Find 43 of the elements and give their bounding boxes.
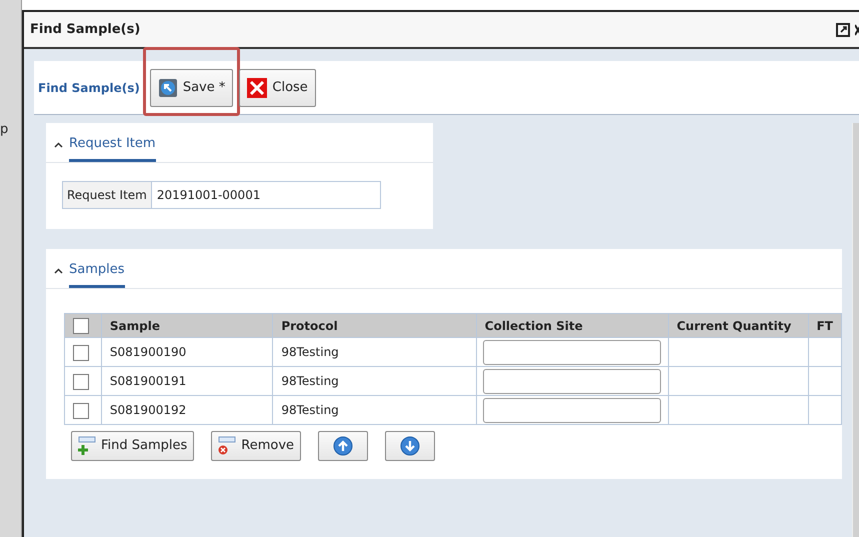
arrow-down-icon [400, 436, 420, 456]
window-title: Find Sample(s) [30, 20, 142, 39]
collapse-icon[interactable] [54, 268, 63, 274]
table-cell: S081900192 [101, 396, 273, 424]
collection-site-field[interactable] [482, 398, 661, 422]
column-header: FT [808, 314, 842, 338]
save-icon [158, 78, 178, 98]
select-all-checkbox[interactable] [73, 318, 89, 334]
cut-off-text: p [0, 122, 8, 137]
column-header: Collection Site [476, 314, 668, 338]
table-cell: 98Testing [272, 396, 476, 424]
arrow-up-icon [333, 436, 354, 456]
collapse-icon[interactable] [54, 142, 63, 148]
table-cell: 98Testing [272, 366, 476, 396]
column-header: Current Quantity [668, 314, 808, 338]
column-header: Protocol [272, 314, 476, 338]
move-down-button[interactable] [385, 431, 436, 461]
collection-site-field[interactable] [482, 340, 661, 364]
table-cell: S081900191 [101, 366, 273, 396]
panel-tab[interactable]: Samples [69, 260, 125, 288]
add-row-icon [78, 436, 96, 456]
table-cell: S081900190 [101, 338, 273, 366]
panel-tab[interactable]: Request Item [69, 134, 156, 162]
table-cell [808, 396, 842, 424]
toolbar-title: Find Sample(s) [38, 80, 140, 96]
table-cell [808, 366, 842, 396]
popout-icon[interactable] [836, 22, 850, 36]
remove-button[interactable]: Remove [211, 431, 302, 461]
remove-row-icon [218, 436, 236, 456]
collection-site-field[interactable] [482, 368, 661, 394]
row-checkbox[interactable] [73, 374, 89, 390]
save-button[interactable]: Save * [150, 68, 234, 106]
column-header: Sample [101, 314, 273, 338]
row-checkbox[interactable] [73, 344, 89, 361]
scrollbar[interactable] [852, 123, 859, 537]
table-cell [808, 338, 842, 366]
table-cell: 98Testing [272, 338, 476, 366]
row-checkbox[interactable] [73, 402, 89, 419]
move-up-button[interactable] [318, 431, 368, 461]
close-icon [247, 78, 268, 98]
close-icon[interactable] [855, 22, 859, 36]
find-samples-button[interactable]: Find Samples [71, 431, 194, 461]
close-button[interactable]: Close [239, 68, 316, 106]
